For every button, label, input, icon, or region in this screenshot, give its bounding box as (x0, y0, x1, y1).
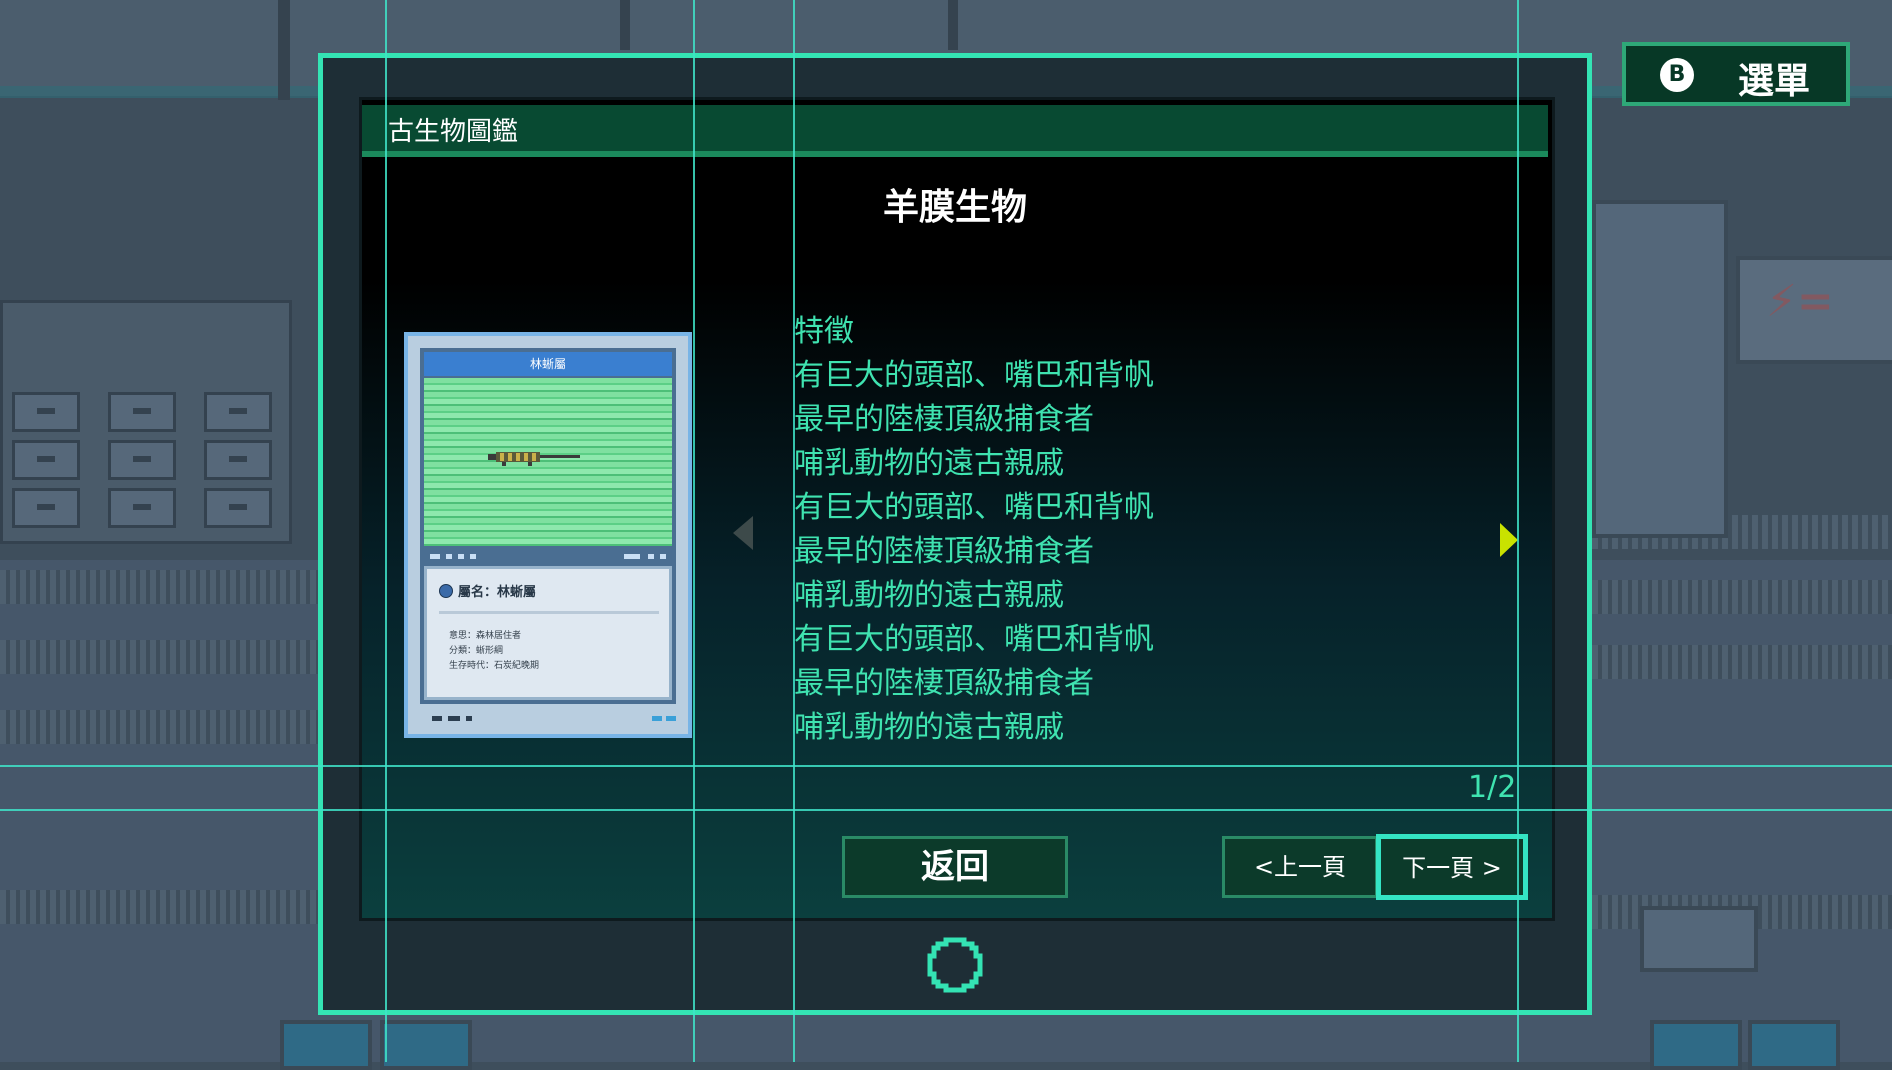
prev-page-button[interactable]: <上一頁 (1222, 836, 1378, 898)
description-line: 最早的陸棲頂級捕食者 (794, 666, 1094, 701)
guide-line-vertical (693, 0, 695, 1062)
bg-pipe (948, 0, 958, 50)
card-facts: 意思：森林居住者 分類：蜥形綱 生存時代：石炭紀晚期 (449, 629, 539, 674)
guide-line-horizontal (0, 809, 1892, 811)
bg-drawer (12, 440, 80, 480)
bg-drawer (108, 440, 176, 480)
menu-label: 選單 (1738, 61, 1811, 102)
back-button[interactable]: 返回 (842, 836, 1068, 898)
triangle-right-icon[interactable] (1500, 523, 1518, 557)
card-footer (420, 716, 676, 724)
card-fact: 生存時代：石炭紀晚期 (449, 661, 540, 671)
bg-console (1748, 1020, 1840, 1070)
fossil-card: 林蜥屬 屬名：林蜥屬 意思：森林居住者 分類：蜥形綱 生存時代：石炭紀晚期 (404, 332, 692, 738)
bg-console (1640, 906, 1758, 972)
guide-line-vertical (385, 0, 387, 1062)
description-line: 有巨大的頭部、嘴巴和背帆 (794, 490, 1154, 525)
bg-drawer (204, 488, 272, 528)
b-button-icon: B (1660, 58, 1694, 92)
card-divider (424, 550, 672, 564)
guide-line-horizontal (0, 765, 1892, 767)
window-title-bar: 古生物圖鑑 (362, 105, 1548, 157)
page-indicator: 1/2 (1468, 770, 1517, 805)
bg-pipe (620, 0, 630, 50)
bg-vent (1592, 580, 1892, 614)
guide-line-vertical (793, 0, 795, 1062)
card-genus: 屬名：林蜥屬 (439, 581, 536, 600)
description-line: 哺乳動物的遠古親戚 (794, 578, 1064, 613)
description-line: 特徵 (794, 314, 854, 349)
loading-ring-icon (927, 937, 983, 993)
bg-vent (0, 570, 318, 604)
card-fact: 分類：蜥形綱 (449, 646, 504, 656)
card-info: 屬名：林蜥屬 意思：森林居住者 分類：蜥形綱 生存時代：石炭紀晚期 (424, 566, 672, 700)
description-list: 特徵 有巨大的頭部、嘴巴和背帆 最早的陸棲頂級捕食者 哺乳動物的遠古親戚 有巨大… (794, 310, 1154, 750)
bg-drawer (204, 440, 272, 480)
lizard-icon (488, 452, 580, 466)
description-line: 有巨大的頭部、嘴巴和背帆 (794, 358, 1154, 393)
bg-vent (0, 890, 318, 924)
bg-console (380, 1020, 472, 1070)
next-page-button[interactable]: 下一頁 > (1376, 834, 1528, 900)
description-line: 哺乳動物的遠古親戚 (794, 446, 1064, 481)
description-line: 有巨大的頭部、嘴巴和背帆 (794, 622, 1154, 657)
bg-drawer (12, 488, 80, 528)
description-line: 哺乳動物的遠古親戚 (794, 710, 1064, 745)
bg-vent (0, 640, 318, 674)
card-header: 林蜥屬 (424, 352, 672, 376)
menu-button[interactable]: B 選單 (1622, 42, 1850, 106)
bg-drawer (12, 392, 80, 432)
description-line: 最早的陸棲頂級捕食者 (794, 402, 1094, 437)
card-separator (439, 611, 659, 614)
window-title: 古生物圖鑑 (388, 117, 519, 147)
bg-console (1650, 1020, 1742, 1070)
bg-vent (0, 710, 318, 744)
bg-hazard-sign: ⚡= (1766, 276, 1834, 327)
bg-drawer (108, 392, 176, 432)
bg-pipe (278, 0, 290, 100)
guide-line-vertical (1517, 0, 1519, 1062)
bg-drawer (108, 488, 176, 528)
card-fact: 意思：森林居住者 (449, 631, 522, 641)
bg-vent (1592, 645, 1892, 679)
bg-console (280, 1020, 372, 1070)
creature-name: 羊膜生物 (882, 187, 1027, 228)
description-line: 最早的陸棲頂級捕食者 (794, 534, 1094, 569)
bg-monitor (1592, 200, 1728, 538)
bg-drawer (204, 392, 272, 432)
card-image (424, 378, 672, 546)
card-inner: 林蜥屬 屬名：林蜥屬 意思：森林居住者 分類：蜥形綱 生存時代：石炭紀晚期 (420, 348, 676, 704)
triangle-left-icon[interactable] (733, 516, 753, 550)
